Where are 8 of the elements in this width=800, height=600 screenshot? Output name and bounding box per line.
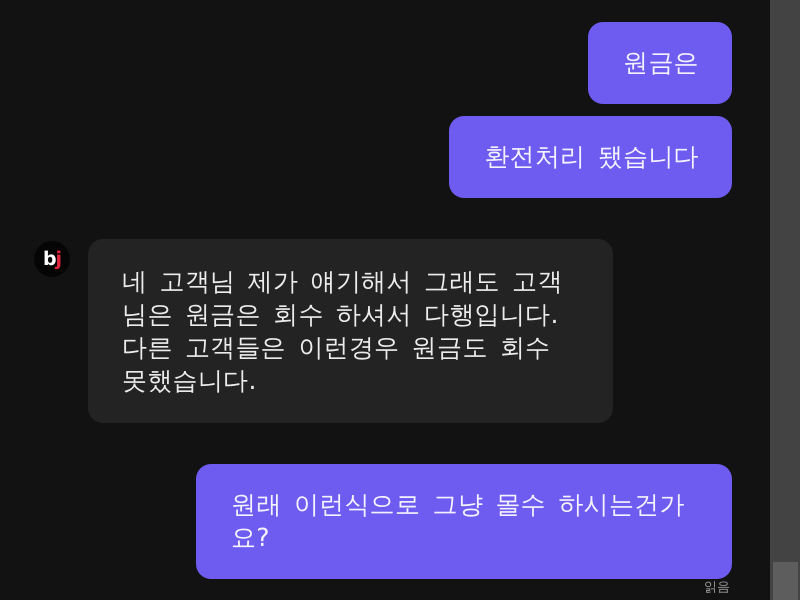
scrollbar-track[interactable] <box>770 0 800 600</box>
message-text: 네 고객님 제가 얘기해서 그래도 고객님은 원금은 회수 하셔서 다행입니다. 다른 고객들은 이런경우 원금도 회수 못했습니다. <box>122 266 564 397</box>
avatar-logo: bj <box>34 241 70 277</box>
message-text: 원래 이런식으로 그냥 몰수 하시는건가요? <box>231 489 686 554</box>
read-receipt: 읽음 <box>704 581 730 595</box>
message-text: 환전처리 됐습니다 <box>484 141 699 173</box>
message-text: 원금은 <box>623 47 699 79</box>
scrollbar-thumb[interactable] <box>773 562 798 600</box>
